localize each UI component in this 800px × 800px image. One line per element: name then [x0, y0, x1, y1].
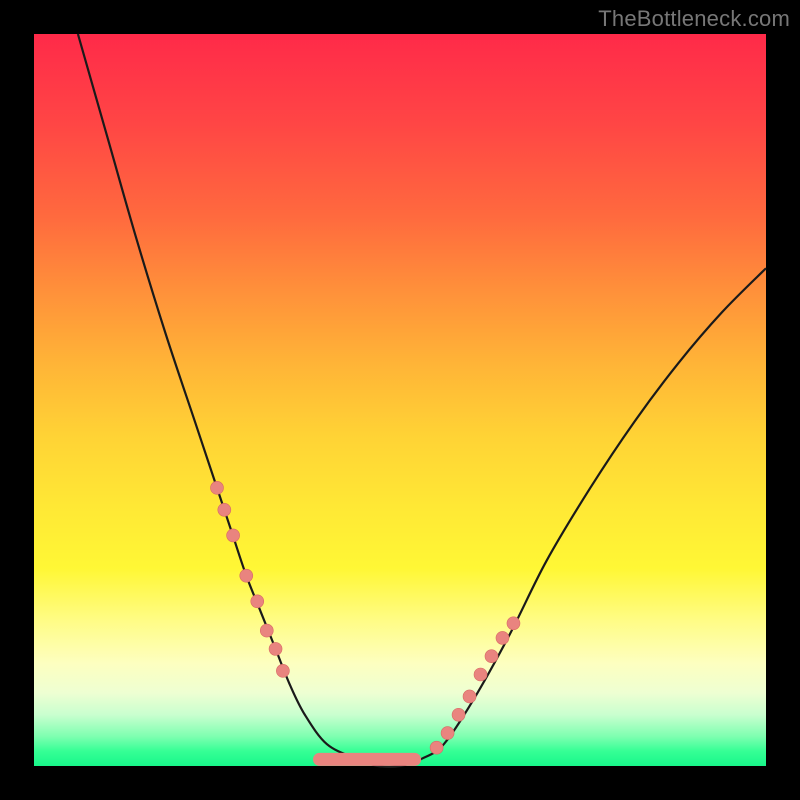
- marker-dot: [227, 529, 240, 542]
- marker-dot: [485, 650, 498, 663]
- marker-dot: [463, 690, 476, 703]
- bottleneck-curve: [78, 34, 766, 767]
- marker-dot: [496, 631, 509, 644]
- watermark-text: TheBottleneck.com: [598, 6, 790, 32]
- marker-dot: [218, 503, 231, 516]
- marker-dot: [269, 642, 282, 655]
- right-marker-group: [430, 617, 520, 754]
- left-marker-group: [211, 481, 290, 677]
- marker-dot: [251, 595, 264, 608]
- marker-dot: [260, 624, 273, 637]
- marker-dot: [441, 727, 454, 740]
- marker-dot: [430, 741, 443, 754]
- marker-dot: [240, 569, 253, 582]
- marker-dot: [211, 481, 224, 494]
- plot-area: [34, 34, 766, 766]
- marker-dot: [507, 617, 520, 630]
- marker-dot: [474, 668, 487, 681]
- marker-dot: [452, 708, 465, 721]
- marker-dot: [276, 664, 289, 677]
- chart-svg: [34, 34, 766, 766]
- outer-frame: TheBottleneck.com: [0, 0, 800, 800]
